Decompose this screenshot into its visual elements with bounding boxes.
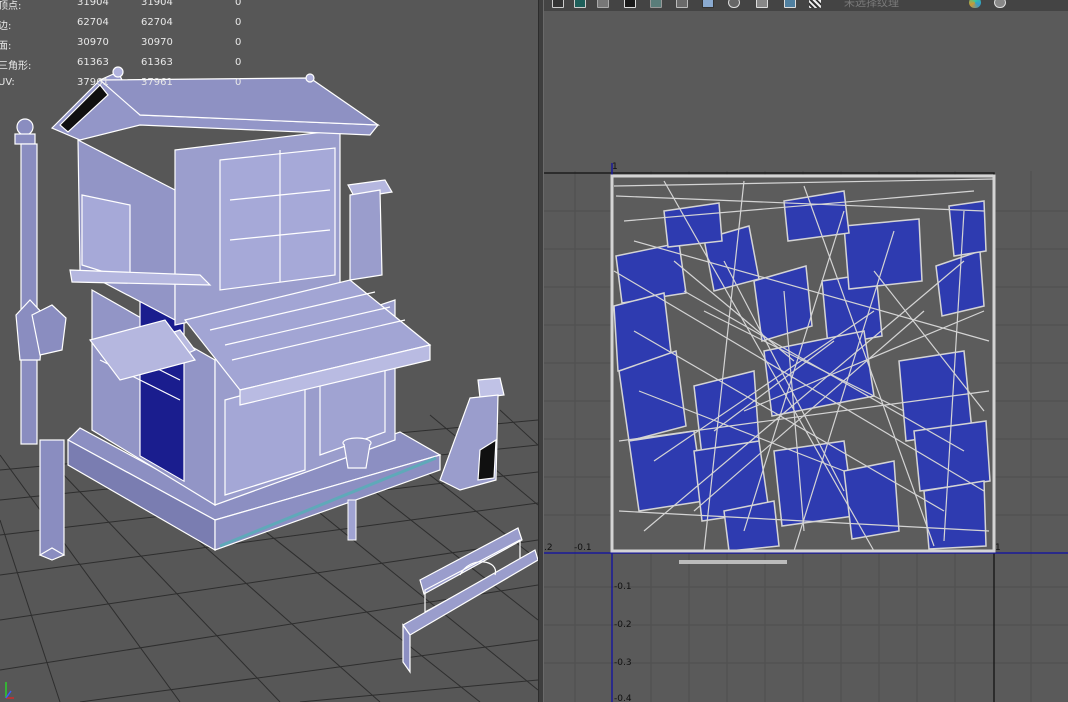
snapshot-icon[interactable]: [728, 0, 740, 8]
uv-grid[interactable]: [544, 11, 1068, 702]
sign-board[interactable]: [439, 377, 505, 491]
texture-display-icon[interactable]: [624, 0, 636, 8]
stat-value: 61363: [77, 57, 109, 68]
perspective-viewport[interactable]: 顶点: 31904 31904 0 边: 62704 62704 0 面: 30…: [0, 0, 538, 702]
settings-icon[interactable]: [994, 0, 1006, 8]
texture-field[interactable]: 未选择纹理: [844, 0, 954, 8]
stat-value: 62704: [77, 17, 109, 28]
uv-y-label: -0.1: [614, 582, 632, 592]
uv-y-label: -0.2: [614, 620, 632, 630]
stat-value: 30970: [141, 37, 173, 48]
uv-y-label: -0.4: [614, 694, 632, 702]
stat-value: 31904: [77, 0, 109, 8]
lamp-post[interactable]: [14, 118, 67, 561]
stat-value: 0: [235, 37, 242, 48]
grid-icon[interactable]: [552, 0, 564, 8]
stat-value: 31904: [141, 0, 173, 8]
stat-value: 30970: [77, 37, 109, 48]
uv-y-label: -0.3: [614, 658, 632, 668]
stat-label: 三角形:: [0, 61, 32, 72]
checker-icon[interactable]: [597, 0, 609, 8]
trash-basket[interactable]: [342, 437, 372, 469]
uv-shells[interactable]: [610, 174, 996, 553]
frame-icon[interactable]: [784, 0, 796, 8]
viewport-scene[interactable]: [0, 0, 538, 702]
uv-shell-icon[interactable]: [574, 0, 586, 8]
uv-scroll-handle[interactable]: [679, 560, 787, 564]
frame-icon[interactable]: [756, 0, 768, 8]
checker-pattern-icon[interactable]: [809, 0, 821, 8]
view-axis-icon: [5, 682, 14, 699]
stat-value: 0: [235, 77, 242, 88]
uv-top-label: 1: [612, 162, 618, 172]
stat-value: 61363: [141, 57, 173, 68]
image-icon[interactable]: [650, 0, 662, 8]
stat-value: 0: [235, 17, 242, 28]
color-wheel-icon[interactable]: [969, 0, 981, 8]
small-post[interactable]: [347, 499, 357, 541]
uv-editor-panel[interactable]: 未选择纹理 1 1 .2 -0.1 -0.1 -0.2 -0.3 -0.4: [544, 0, 1068, 702]
uv-x-label: .2: [544, 543, 553, 553]
stat-label: 面:: [0, 41, 12, 52]
stat-value: 62704: [141, 17, 173, 28]
maya-workspace: 顶点: 31904 31904 0 边: 62704 62704 0 面: 30…: [0, 0, 1068, 702]
dim-icon[interactable]: [676, 0, 688, 8]
stat-value: 37961: [141, 77, 173, 88]
stat-label: 边:: [0, 21, 12, 32]
stat-value: 37961: [77, 77, 109, 88]
stat-value: 0: [235, 57, 242, 68]
uv-x-label: -0.1: [574, 543, 592, 553]
stat-value: 0: [235, 0, 242, 8]
uv-right-label: 1: [995, 543, 1001, 553]
hanging-sign[interactable]: [347, 179, 393, 281]
filter-icon[interactable]: [702, 0, 714, 8]
uv-toolbar: 未选择纹理: [544, 0, 1068, 11]
stat-label: UV:: [0, 77, 15, 88]
stat-label: 顶点:: [0, 1, 22, 12]
